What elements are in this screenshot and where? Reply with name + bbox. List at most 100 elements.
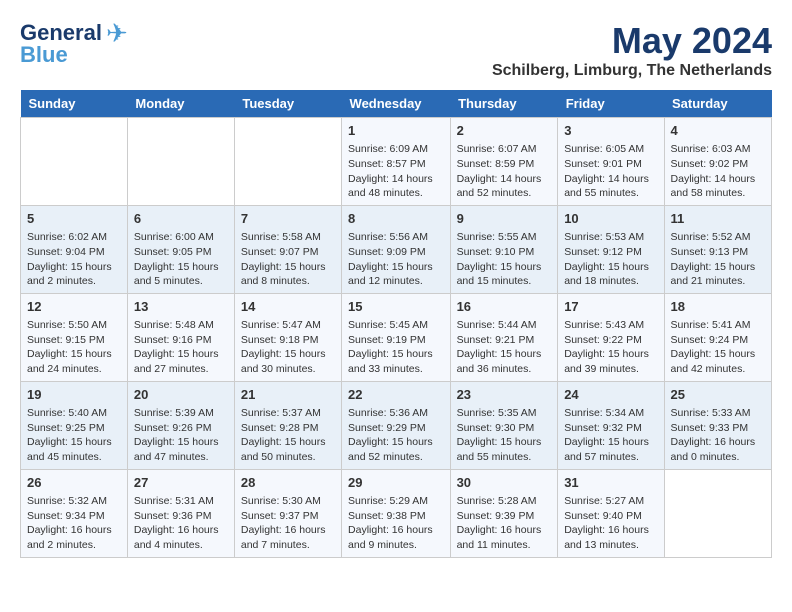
day-number: 23: [457, 386, 552, 404]
calendar-cell: 3 Sunrise: 6:05 AM Sunset: 9:01 PM Daylig…: [558, 118, 664, 206]
day-number: 12: [27, 298, 121, 316]
day-number: 9: [457, 210, 552, 228]
day-number: 6: [134, 210, 228, 228]
calendar-cell: 12 Sunrise: 5:50 AM Sunset: 9:15 PM Dayli…: [21, 293, 128, 381]
calendar-cell: 14 Sunrise: 5:47 AM Sunset: 9:18 PM Dayli…: [234, 293, 341, 381]
day-number: 17: [564, 298, 657, 316]
day-header-saturday: Saturday: [664, 90, 771, 118]
calendar-cell: 22 Sunrise: 5:36 AM Sunset: 9:29 PM Dayli…: [342, 381, 451, 469]
day-number: 1: [348, 122, 444, 140]
calendar-cell: 5 Sunrise: 6:02 AM Sunset: 9:04 PM Daylig…: [21, 205, 128, 293]
day-info: Sunrise: 6:02 AM Sunset: 9:04 PM Dayligh…: [27, 230, 121, 289]
day-number: 4: [671, 122, 765, 140]
day-info: Sunrise: 6:00 AM Sunset: 9:05 PM Dayligh…: [134, 230, 228, 289]
day-info: Sunrise: 5:28 AM Sunset: 9:39 PM Dayligh…: [457, 494, 552, 553]
calendar-cell: 2 Sunrise: 6:07 AM Sunset: 8:59 PM Daylig…: [450, 118, 558, 206]
day-info: Sunrise: 5:27 AM Sunset: 9:40 PM Dayligh…: [564, 494, 657, 553]
day-number: 16: [457, 298, 552, 316]
day-header-monday: Monday: [127, 90, 234, 118]
day-number: 26: [27, 474, 121, 492]
calendar-cell: 6 Sunrise: 6:00 AM Sunset: 9:05 PM Daylig…: [127, 205, 234, 293]
calendar-cell: 7 Sunrise: 5:58 AM Sunset: 9:07 PM Daylig…: [234, 205, 341, 293]
calendar-cell: 19 Sunrise: 5:40 AM Sunset: 9:25 PM Dayli…: [21, 381, 128, 469]
day-number: 15: [348, 298, 444, 316]
calendar-cell: 1 Sunrise: 6:09 AM Sunset: 8:57 PM Daylig…: [342, 118, 451, 206]
day-number: 24: [564, 386, 657, 404]
day-info: Sunrise: 5:41 AM Sunset: 9:24 PM Dayligh…: [671, 318, 765, 377]
day-info: Sunrise: 5:40 AM Sunset: 9:25 PM Dayligh…: [27, 406, 121, 465]
day-number: 13: [134, 298, 228, 316]
day-number: 20: [134, 386, 228, 404]
day-info: Sunrise: 5:58 AM Sunset: 9:07 PM Dayligh…: [241, 230, 335, 289]
day-number: 27: [134, 474, 228, 492]
day-info: Sunrise: 5:45 AM Sunset: 9:19 PM Dayligh…: [348, 318, 444, 377]
day-info: Sunrise: 6:05 AM Sunset: 9:01 PM Dayligh…: [564, 142, 657, 201]
calendar-cell: 30 Sunrise: 5:28 AM Sunset: 9:39 PM Dayli…: [450, 469, 558, 557]
day-number: 21: [241, 386, 335, 404]
day-info: Sunrise: 5:31 AM Sunset: 9:36 PM Dayligh…: [134, 494, 228, 553]
day-header-tuesday: Tuesday: [234, 90, 341, 118]
day-header-friday: Friday: [558, 90, 664, 118]
day-info: Sunrise: 5:37 AM Sunset: 9:28 PM Dayligh…: [241, 406, 335, 465]
day-info: Sunrise: 5:33 AM Sunset: 9:33 PM Dayligh…: [671, 406, 765, 465]
day-number: 14: [241, 298, 335, 316]
subtitle: Schilberg, Limburg, The Netherlands: [492, 62, 772, 80]
calendar-cell: 11Sunrise: 5:52 AM Sunset: 9:13 PM Dayli…: [664, 205, 771, 293]
day-info: Sunrise: 5:50 AM Sunset: 9:15 PM Dayligh…: [27, 318, 121, 377]
day-header-wednesday: Wednesday: [342, 90, 451, 118]
calendar-cell: 20 Sunrise: 5:39 AM Sunset: 9:26 PM Dayli…: [127, 381, 234, 469]
day-number: 28: [241, 474, 335, 492]
calendar-cell: 9Sunrise: 5:55 AM Sunset: 9:10 PM Daylig…: [450, 205, 558, 293]
day-info: Sunrise: 5:53 AM Sunset: 9:12 PM Dayligh…: [564, 230, 657, 289]
title-block: May 2024 Schilberg, Limburg, The Netherl…: [492, 20, 772, 80]
day-number: 22: [348, 386, 444, 404]
calendar-cell: [234, 118, 341, 206]
day-info: Sunrise: 5:56 AM Sunset: 9:09 PM Dayligh…: [348, 230, 444, 289]
calendar-cell: 4 Sunrise: 6:03 AM Sunset: 9:02 PM Daylig…: [664, 118, 771, 206]
day-header-sunday: Sunday: [21, 90, 128, 118]
day-info: Sunrise: 5:32 AM Sunset: 9:34 PM Dayligh…: [27, 494, 121, 553]
day-info: Sunrise: 6:07 AM Sunset: 8:59 PM Dayligh…: [457, 142, 552, 201]
day-number: 31: [564, 474, 657, 492]
day-number: 2: [457, 122, 552, 140]
day-number: 5: [27, 210, 121, 228]
calendar-cell: 16 Sunrise: 5:44 AM Sunset: 9:21 PM Dayli…: [450, 293, 558, 381]
day-info: Sunrise: 6:03 AM Sunset: 9:02 PM Dayligh…: [671, 142, 765, 201]
page-header: General ✈ Blue May 2024 Schilberg, Limbu…: [20, 20, 772, 80]
day-number: 10: [564, 210, 657, 228]
day-info: Sunrise: 5:29 AM Sunset: 9:38 PM Dayligh…: [348, 494, 444, 553]
calendar-cell: 15 Sunrise: 5:45 AM Sunset: 9:19 PM Dayli…: [342, 293, 451, 381]
day-info: Sunrise: 5:36 AM Sunset: 9:29 PM Dayligh…: [348, 406, 444, 465]
day-number: 30: [457, 474, 552, 492]
day-info: Sunrise: 5:47 AM Sunset: 9:18 PM Dayligh…: [241, 318, 335, 377]
day-info: Sunrise: 5:30 AM Sunset: 9:37 PM Dayligh…: [241, 494, 335, 553]
calendar-cell: 21 Sunrise: 5:37 AM Sunset: 9:28 PM Dayli…: [234, 381, 341, 469]
calendar-cell: [127, 118, 234, 206]
day-header-thursday: Thursday: [450, 90, 558, 118]
day-number: 18: [671, 298, 765, 316]
calendar-table: SundayMondayTuesdayWednesdayThursdayFrid…: [20, 90, 772, 558]
day-info: Sunrise: 5:48 AM Sunset: 9:16 PM Dayligh…: [134, 318, 228, 377]
calendar-cell: 31 Sunrise: 5:27 AM Sunset: 9:40 PM Dayli…: [558, 469, 664, 557]
calendar-cell: 29 Sunrise: 5:29 AM Sunset: 9:38 PM Dayli…: [342, 469, 451, 557]
calendar-cell: 13 Sunrise: 5:48 AM Sunset: 9:16 PM Dayli…: [127, 293, 234, 381]
day-info: Sunrise: 5:39 AM Sunset: 9:26 PM Dayligh…: [134, 406, 228, 465]
day-number: 3: [564, 122, 657, 140]
day-number: 29: [348, 474, 444, 492]
calendar-cell: 18 Sunrise: 5:41 AM Sunset: 9:24 PM Dayli…: [664, 293, 771, 381]
calendar-cell: 10 Sunrise: 5:53 AM Sunset: 9:12 PM Dayli…: [558, 205, 664, 293]
logo: General ✈ Blue: [20, 20, 128, 66]
day-number: 11: [671, 210, 765, 228]
calendar-cell: 26 Sunrise: 5:32 AM Sunset: 9:34 PM Dayli…: [21, 469, 128, 557]
calendar-cell: 27 Sunrise: 5:31 AM Sunset: 9:36 PM Dayli…: [127, 469, 234, 557]
day-number: 25: [671, 386, 765, 404]
calendar-cell: 8 Sunrise: 5:56 AM Sunset: 9:09 PM Daylig…: [342, 205, 451, 293]
main-title: May 2024: [492, 20, 772, 62]
day-number: 8: [348, 210, 444, 228]
day-info: Sunrise: 6:09 AM Sunset: 8:57 PM Dayligh…: [348, 142, 444, 201]
day-number: 19: [27, 386, 121, 404]
day-info: Sunrise: 5:44 AM Sunset: 9:21 PM Dayligh…: [457, 318, 552, 377]
calendar-cell: [21, 118, 128, 206]
day-number: 7: [241, 210, 335, 228]
day-info: Sunrise: 5:35 AM Sunset: 9:30 PM Dayligh…: [457, 406, 552, 465]
